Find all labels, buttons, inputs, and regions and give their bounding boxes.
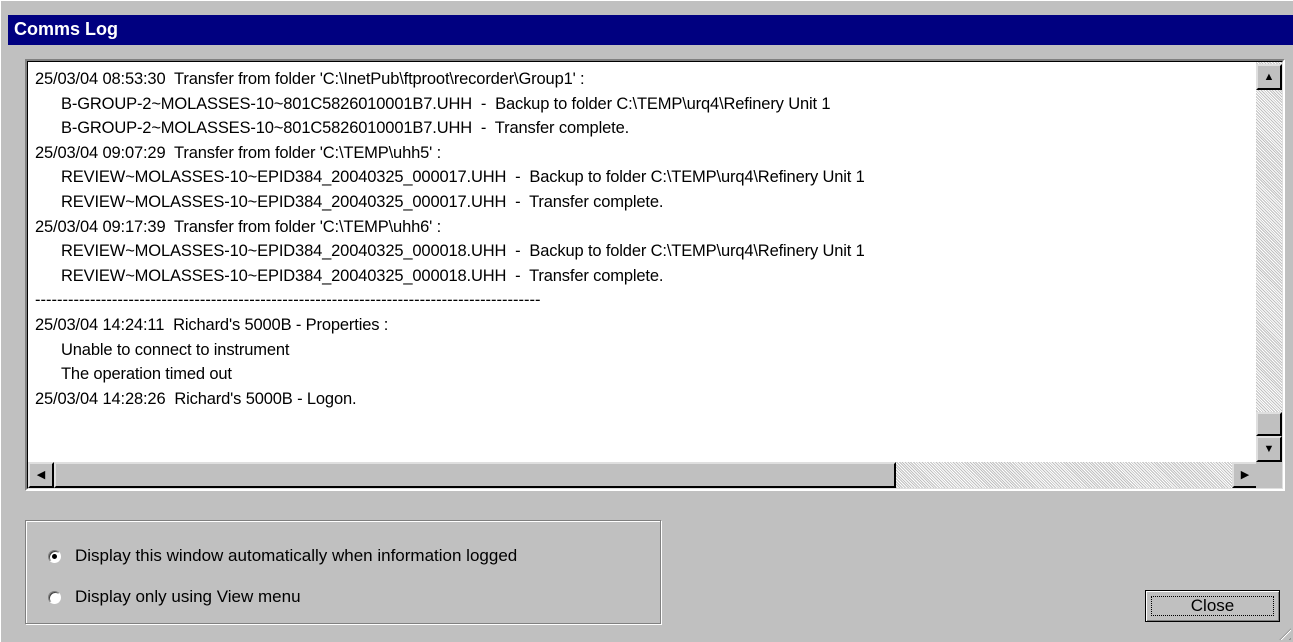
title-bar[interactable]: Comms Log [8,15,1293,45]
log-line: REVIEW~MOLASSES-10~EPID384_20040325_0000… [61,242,865,261]
log-text-area[interactable]: 25/03/04 08:53:30 Transfer from folder '… [35,67,1245,465]
close-button-label: Close [1190,596,1235,615]
log-line: 25/03/04 14:28:26 Richard's 5000B - Logo… [35,389,357,408]
scroll-left-icon[interactable]: ◀ [28,462,54,488]
radio-label-auto[interactable]: Display this window automatically when i… [75,546,517,566]
log-line: REVIEW~MOLASSES-10~EPID384_20040325_0000… [61,192,664,211]
scroll-up-icon[interactable]: ▲ [1256,64,1282,90]
log-viewport: 25/03/04 08:53:30 Transfer from folder '… [27,61,1283,489]
scrollbar-corner [1256,462,1282,488]
log-line: B-GROUP-2~MOLASSES-10~801C5826010001B7.U… [61,119,630,138]
scroll-down-icon[interactable]: ▼ [1256,436,1282,462]
display-options-group: Display this window automatically when i… [25,520,661,624]
log-line: Unable to connect to instrument [61,340,290,359]
log-line: B-GROUP-2~MOLASSES-10~801C5826010001B7.U… [61,94,831,113]
close-button[interactable]: Close [1145,590,1280,622]
log-line: 25/03/04 14:24:11 Richard's 5000B - Prop… [35,315,389,334]
radio-button-icon[interactable] [48,549,61,563]
scroll-right-icon[interactable]: ▶ [1232,462,1258,488]
log-line: 25/03/04 08:53:30 Transfer from folder '… [35,70,585,88]
log-line: 25/03/04 09:07:29 Transfer from folder '… [35,143,442,162]
window-title: Comms Log [14,19,119,39]
log-separator: ----------------------------------------… [35,291,541,310]
resize-grip-icon[interactable] [1273,622,1291,640]
vertical-scroll-thumb[interactable] [1256,412,1282,436]
log-line: REVIEW~MOLASSES-10~EPID384_20040325_0000… [61,168,865,187]
radio-button-icon[interactable] [48,590,61,604]
log-panel: 25/03/04 08:53:30 Transfer from folder '… [25,59,1285,491]
vertical-scrollbar[interactable]: ▲ ▼ [1256,62,1282,462]
log-line: The operation timed out [61,365,232,384]
log-line: 25/03/04 09:17:39 Transfer from folder '… [35,217,442,236]
comms-log-window: Comms Log 25/03/04 08:53:30 Transfer fro… [0,0,1293,642]
radio-option-auto[interactable]: Display this window automatically when i… [48,544,517,568]
horizontal-scroll-thumb[interactable] [54,462,896,488]
radio-label-view-menu[interactable]: Display only using View menu [75,587,301,607]
log-line: REVIEW~MOLASSES-10~EPID384_20040325_0000… [61,266,664,285]
radio-option-view-menu[interactable]: Display only using View menu [48,585,301,609]
horizontal-scrollbar[interactable]: ◀ ▶ [28,462,1258,488]
